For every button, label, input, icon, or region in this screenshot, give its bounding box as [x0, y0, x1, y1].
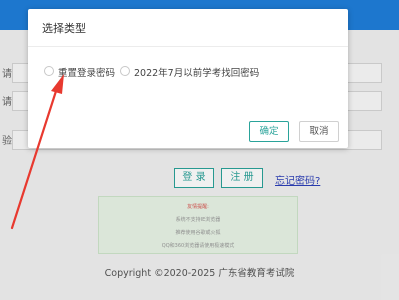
option-label: 重置登录密码 — [58, 68, 116, 79]
select-type-dialog: 选择类型 重置登录密码 2022年7月以前学考找回密码 确定 取消 — [28, 9, 348, 148]
cancel-button[interactable]: 取消 — [299, 121, 339, 142]
radio-button[interactable] — [44, 66, 54, 76]
confirm-button[interactable]: 确定 — [249, 121, 289, 142]
option-label: 2022年7月以前学考找回密码 — [134, 68, 260, 79]
dialog-title: 选择类型 — [42, 22, 86, 35]
radio-button[interactable] — [120, 66, 130, 76]
dialog-header: 选择类型 — [28, 9, 348, 47]
option-recover-pre-2022-password[interactable]: 2022年7月以前学考找回密码 — [120, 65, 290, 79]
